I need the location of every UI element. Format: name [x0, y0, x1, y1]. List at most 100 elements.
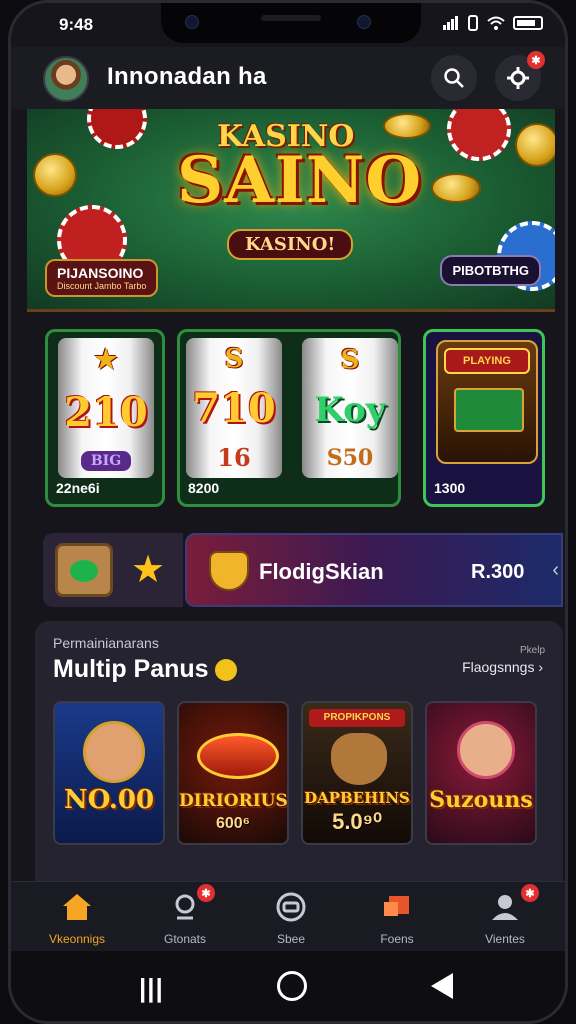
lion-icon: [331, 733, 387, 785]
tab-profile[interactable]: ✱ Vientes: [455, 882, 555, 952]
back-button[interactable]: [431, 973, 453, 999]
game-title: DIRIORIUS: [179, 791, 288, 811]
user-icon: [492, 895, 518, 920]
phone-frame: 9:48 Innonadan ha ✱ KASINO SAINO KASINO!…: [8, 0, 568, 1024]
machine-sign: PLAYING: [444, 348, 530, 374]
character-icon: [457, 721, 515, 779]
games-section: Permainianarans Multip Panus Pkelp Flaog…: [35, 621, 563, 881]
reel-symbol: 210: [64, 389, 148, 437]
slot-tile-label: 22ne6i: [56, 480, 100, 496]
slot-reel: S 710 16: [186, 338, 282, 478]
slot-tile[interactable]: PLAYING 1300: [423, 329, 545, 507]
gear-icon: [507, 67, 529, 89]
logo-subtitle: KASINO!: [227, 229, 354, 260]
section-overline: Permainianarans: [53, 635, 159, 651]
gold-coin-icon: [431, 173, 481, 203]
trophy-icon: [175, 894, 195, 920]
game-banner: PROPIKPONS: [309, 709, 405, 727]
camera-notch: [161, 3, 421, 43]
treasure-icon: [197, 733, 279, 779]
machine-screen: [454, 388, 524, 432]
game-card[interactable]: Suzouns: [425, 701, 537, 845]
hero-banner[interactable]: KASINO SAINO KASINO! PIJANSOINO Discount…: [27, 109, 555, 312]
promo-right-panel: FlodigSkian R.300 ‹: [185, 533, 563, 607]
slot-machine-icon: PLAYING: [436, 340, 538, 464]
settings-button[interactable]: ✱: [495, 51, 545, 101]
promo-left-panel: ★: [43, 533, 183, 607]
star-icon: ★: [94, 345, 118, 376]
gold-coin-icon: [383, 113, 431, 139]
tab-label: Foens: [380, 932, 414, 946]
avatar[interactable]: [43, 56, 89, 102]
slot-reel: ★ 210 BIG: [58, 338, 154, 478]
tab-label: Vientes: [485, 932, 525, 946]
slot-tile[interactable]: S 710 16 S Koy S50 8200: [177, 329, 401, 507]
bottom-tab-bar: Vkeonnigs ✱ Gtonats Sbee Foens ✱ Vientes: [11, 881, 565, 952]
hero-badge-left-subtitle: Discount Jambo Tarbo: [57, 281, 147, 291]
promo-title: FlodigSkian: [259, 559, 384, 584]
home-icon: [63, 894, 91, 920]
reel-symbol: 710: [192, 384, 276, 432]
chat-icon: [384, 896, 409, 916]
system-nav-bar: |||: [11, 951, 565, 1021]
section-title: Multip Panus: [53, 655, 237, 684]
notification-badge: ✱: [197, 884, 215, 902]
battery-icon: [513, 16, 543, 30]
status-bar: 9:48: [11, 3, 565, 47]
game-subtitle: 600⁶: [215, 815, 251, 832]
promo-amount: R.300: [471, 561, 525, 583]
see-all-link[interactable]: Flaogsnngs ›: [462, 659, 543, 675]
reel-symbol: Koy: [314, 389, 386, 430]
vibrate-icon: [468, 15, 478, 31]
home-button[interactable]: [277, 971, 307, 1001]
tab-label: Sbee: [276, 932, 306, 946]
slot-tile[interactable]: ★ 210 BIG 22ne6i: [45, 329, 165, 507]
tab-forums[interactable]: Foens: [347, 882, 447, 952]
reel-symbol: S: [340, 345, 360, 376]
camera-icon: [185, 15, 199, 29]
tab-games[interactable]: ✱ Gtonats: [135, 882, 235, 952]
slot-reel: S Koy S50: [302, 338, 398, 478]
game-title: DAPBEHINS: [304, 789, 410, 807]
tab-label: Gtonats: [163, 932, 207, 946]
hero-badge-left: PIJANSOINO Discount Jambo Tarbo: [45, 259, 159, 297]
page-title: Innonadan ha: [107, 63, 267, 90]
logo-saino: SAINO: [177, 143, 423, 218]
reel-symbol: S50: [326, 444, 374, 471]
slot-tile-label: 1300: [434, 480, 466, 496]
totem-icon: [55, 543, 113, 597]
wallet-icon: [276, 892, 306, 922]
gold-coin-icon: [515, 123, 555, 167]
hero-badge-left-title: PIJANSOINO: [57, 265, 144, 281]
promo-banner[interactable]: ★ FlodigSkian R.300 ‹: [43, 533, 563, 607]
game-card[interactable]: DIRIORIUS 600⁶: [177, 701, 289, 845]
game-subtitle: 5.0⁹⁰: [332, 809, 382, 834]
game-title: NO.00: [63, 785, 155, 815]
gold-coin-icon: [33, 153, 77, 197]
sensor-icon: [357, 15, 371, 29]
game-title: Suzouns: [429, 787, 533, 813]
section-title-text: Multip Panus: [53, 655, 209, 683]
shield-icon: [209, 551, 249, 591]
reel-symbol: 16: [217, 443, 251, 473]
search-icon: [444, 68, 464, 88]
recent-apps-button[interactable]: |||: [139, 973, 164, 1004]
game-card[interactable]: NO.00: [53, 701, 165, 845]
reel-symbol: S: [224, 343, 244, 374]
chevron-left-icon[interactable]: ‹: [552, 559, 559, 582]
star-icon: ★: [131, 549, 166, 591]
character-icon: [83, 721, 145, 783]
section-link-caption: Pkelp: [519, 645, 545, 656]
game-card[interactable]: PROPIKPONS DAPBEHINS 5.0⁹⁰: [301, 701, 413, 845]
tab-home[interactable]: Vkeonnigs: [27, 882, 127, 952]
emoji-icon: [214, 659, 237, 682]
tab-store[interactable]: Sbee: [241, 882, 341, 952]
status-time: 9:48: [59, 15, 94, 34]
status-icons: [443, 15, 543, 31]
slot-tile-label: 8200: [188, 480, 220, 496]
tab-label: Vkeonnigs: [48, 932, 106, 946]
reel-symbol: BIG: [80, 450, 132, 471]
notification-badge: ✱: [527, 51, 545, 69]
search-button[interactable]: [431, 55, 477, 101]
wifi-icon: [487, 16, 505, 30]
